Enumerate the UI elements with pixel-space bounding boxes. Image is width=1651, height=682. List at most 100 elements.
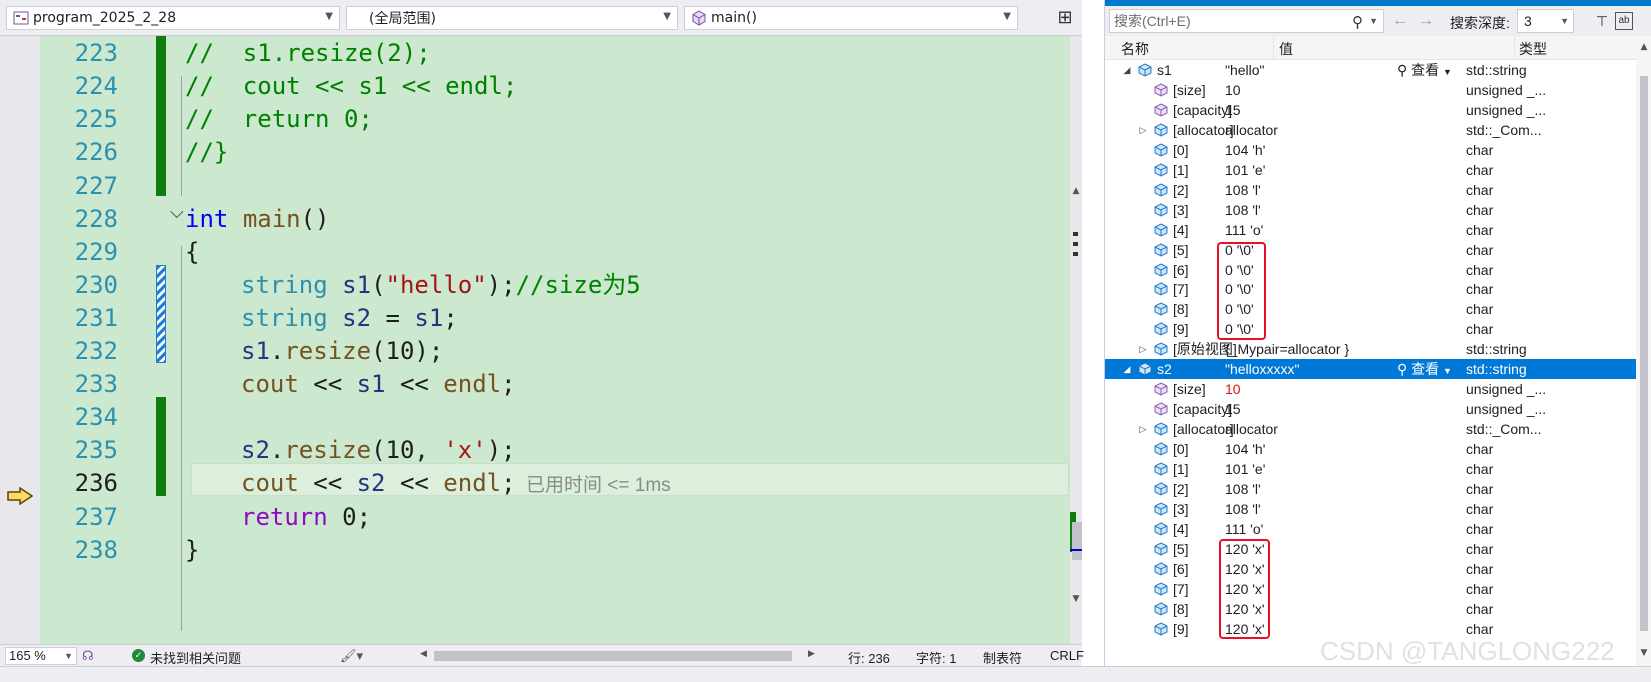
search-depth-dropdown[interactable]: 3 ▼	[1517, 9, 1574, 33]
watch-row[interactable]: [capacity] 15 unsigned _...	[1105, 399, 1636, 419]
code-line[interactable]: 235 s2.resize(10, 'x');	[0, 433, 1070, 468]
watch-row[interactable]: [3] 108 'l' char	[1105, 499, 1636, 519]
watch-row-value[interactable]: 104 'h'	[1225, 140, 1265, 160]
member-dropdown[interactable]: main() ▼	[684, 6, 1018, 30]
issues-status[interactable]: 未找到相关问题	[150, 648, 241, 667]
watch-search-input[interactable]: 搜索(Ctrl+E) ⚲ ▼	[1109, 9, 1384, 33]
watch-row[interactable]: ▷ [原始视图] {_Mypair=allocator } std::string	[1105, 339, 1636, 359]
expand-arrow-icon[interactable]: ▷	[1137, 419, 1149, 439]
watch-row-value[interactable]: 101 'e'	[1225, 160, 1265, 180]
watch-row[interactable]: [0] 104 'h' char	[1105, 140, 1636, 160]
scroll-right-icon[interactable]: ▶	[808, 648, 815, 659]
watch-row[interactable]: [2] 108 'l' char	[1105, 180, 1636, 200]
watch-row[interactable]: [1] 101 'e' char	[1105, 459, 1636, 479]
watch-row[interactable]: [4] 111 'o' char	[1105, 220, 1636, 240]
watch-row-value[interactable]: 10	[1225, 379, 1241, 399]
expand-arrow-icon[interactable]: ▷	[1137, 120, 1149, 140]
watch-row[interactable]: ◢ s1 "hello" ⚲ 查看 ▼ std::string	[1105, 60, 1636, 80]
chevron-down-icon[interactable]: ▼	[1369, 10, 1378, 32]
hex-display-icon[interactable]: ab	[1615, 12, 1633, 30]
code-line[interactable]: 231 string s2 = s1;	[0, 301, 1070, 336]
watch-row-value[interactable]: "hello"	[1225, 60, 1265, 80]
watch-row-value[interactable]: allocator	[1225, 419, 1278, 439]
scroll-thumb[interactable]	[434, 651, 792, 661]
search-icon[interactable]: ⚲	[1352, 12, 1363, 34]
watch-row[interactable]: [2] 108 'l' char	[1105, 479, 1636, 499]
expand-arrow-icon[interactable]: ▷	[1137, 339, 1149, 359]
watch-row-value[interactable]: 108 'l'	[1225, 479, 1261, 499]
watch-row[interactable]: [0] 104 'h' char	[1105, 439, 1636, 459]
column-divider[interactable]	[1514, 36, 1515, 60]
watch-row[interactable]: [capacity] 15 unsigned _...	[1105, 100, 1636, 120]
watch-row[interactable]: [3] 108 'l' char	[1105, 200, 1636, 220]
watch-row[interactable]: [7] 120 'x' char	[1105, 579, 1636, 599]
code-line[interactable]: 229 {	[0, 235, 1070, 270]
scroll-down-icon[interactable]: ▼	[1070, 594, 1082, 604]
watch-row[interactable]: [8] 120 'x' char	[1105, 599, 1636, 619]
code-line[interactable]: 227	[0, 169, 1070, 204]
code-line-current[interactable]: 236 cout << s2 << endl; 已用时间 <= 1ms	[0, 466, 1070, 501]
view-visualizer-button[interactable]: ⚲ 查看 ▼	[1397, 60, 1452, 82]
scroll-thumb[interactable]	[1072, 522, 1082, 560]
watch-row-value[interactable]: 111 'o'	[1225, 519, 1263, 539]
scope-dropdown[interactable]: (全局范围) ▼	[346, 6, 678, 30]
editor-vertical-scrollbar[interactable]: ▲ ▼	[1070, 36, 1082, 644]
code-line[interactable]: 228 int main()	[0, 202, 1070, 237]
cleanup-brush-icon[interactable]: 🖌▾	[340, 648, 363, 664]
line-indicator[interactable]: 行: 236	[848, 648, 890, 667]
watch-row[interactable]: [size] 10 unsigned _...	[1105, 379, 1636, 399]
collapse-arrow-icon[interactable]: ◢	[1121, 359, 1133, 379]
watch-row-value[interactable]: allocator	[1225, 120, 1278, 140]
watch-row[interactable]: ▷ [allocator] allocator std::_Com...	[1105, 120, 1636, 140]
search-back-icon[interactable]: ←	[1392, 12, 1408, 30]
zoom-dropdown[interactable]: 165 % ▼	[5, 647, 77, 665]
copilot-icon[interactable]: ☊	[82, 648, 94, 664]
code-line[interactable]: 232 s1.resize(10);	[0, 334, 1070, 369]
collapse-arrow-icon[interactable]: ◢	[1121, 60, 1133, 80]
scroll-thumb[interactable]	[1640, 76, 1648, 631]
code-line[interactable]: 230 string s1("hello");//size为5	[0, 268, 1070, 303]
code-line[interactable]: 237 return 0;	[0, 500, 1070, 535]
split-window-icon[interactable]: ⊞	[1054, 8, 1076, 30]
pin-icon[interactable]: ⊤	[1591, 10, 1613, 32]
watch-row-value[interactable]: "helloxxxxx"	[1225, 359, 1300, 379]
watch-row-value[interactable]: 108 'l'	[1225, 200, 1261, 220]
code-line[interactable]: 224 // cout << s1 << endl;	[0, 69, 1070, 104]
watch-row-value[interactable]: 111 'o'	[1225, 220, 1263, 240]
watch-row[interactable]: [5] 120 'x' char	[1105, 539, 1636, 559]
char-indicator[interactable]: 字符: 1	[916, 648, 956, 667]
column-header-value[interactable]: 值	[1279, 39, 1293, 59]
code-line[interactable]: 225 // return 0;	[0, 102, 1070, 137]
watch-row[interactable]: [8] 0 '\0' char	[1105, 299, 1636, 319]
project-dropdown[interactable]: program_2025_2_28 ▼	[6, 6, 340, 30]
code-line[interactable]: 226 //}	[0, 135, 1070, 170]
watch-row-value[interactable]: {_Mypair=allocator }	[1225, 339, 1349, 359]
eol-indicator[interactable]: CRLF	[1050, 648, 1084, 663]
code-area[interactable]: ⌵ 223 // s1.resize(2); 224 // cout << s1…	[0, 36, 1070, 644]
code-line[interactable]: 223 // s1.resize(2);	[0, 36, 1070, 71]
code-line[interactable]: 234	[0, 400, 1070, 435]
scroll-down-icon[interactable]: ▼	[1636, 648, 1651, 658]
column-header-type[interactable]: 类型	[1519, 39, 1547, 59]
watch-row[interactable]: [7] 0 '\0' char	[1105, 279, 1636, 299]
watch-row[interactable]: [1] 101 'e' char	[1105, 160, 1636, 180]
watch-row[interactable]: [9] 0 '\0' char	[1105, 319, 1636, 339]
scroll-up-icon[interactable]: ▲	[1070, 186, 1082, 196]
column-divider[interactable]	[1273, 36, 1274, 60]
scroll-up-icon[interactable]: ▲	[1636, 42, 1651, 52]
code-line[interactable]: 233 cout << s1 << endl;	[0, 367, 1070, 402]
watch-row-value[interactable]: 15	[1225, 399, 1241, 419]
search-forward-icon[interactable]: →	[1418, 12, 1434, 30]
watch-row-value[interactable]: 108 'l'	[1225, 180, 1261, 200]
watch-row[interactable]: ◢ s2 "helloxxxxx" ⚲ 查看 ▼ std::string	[1105, 359, 1636, 381]
scroll-left-icon[interactable]: ◀	[420, 648, 427, 659]
watch-row-value[interactable]: 104 'h'	[1225, 439, 1265, 459]
watch-row[interactable]: [6] 120 'x' char	[1105, 559, 1636, 579]
watch-row-value[interactable]: 10	[1225, 80, 1241, 100]
watch-row-value[interactable]: 101 'e'	[1225, 459, 1265, 479]
watch-row[interactable]: [4] 111 'o' char	[1105, 519, 1636, 539]
watch-row[interactable]: [5] 0 '\0' char	[1105, 240, 1636, 260]
watch-row-value[interactable]: 108 'l'	[1225, 499, 1261, 519]
view-visualizer-button[interactable]: ⚲ 查看 ▼	[1397, 359, 1452, 381]
column-header-name[interactable]: 名称	[1121, 39, 1149, 59]
